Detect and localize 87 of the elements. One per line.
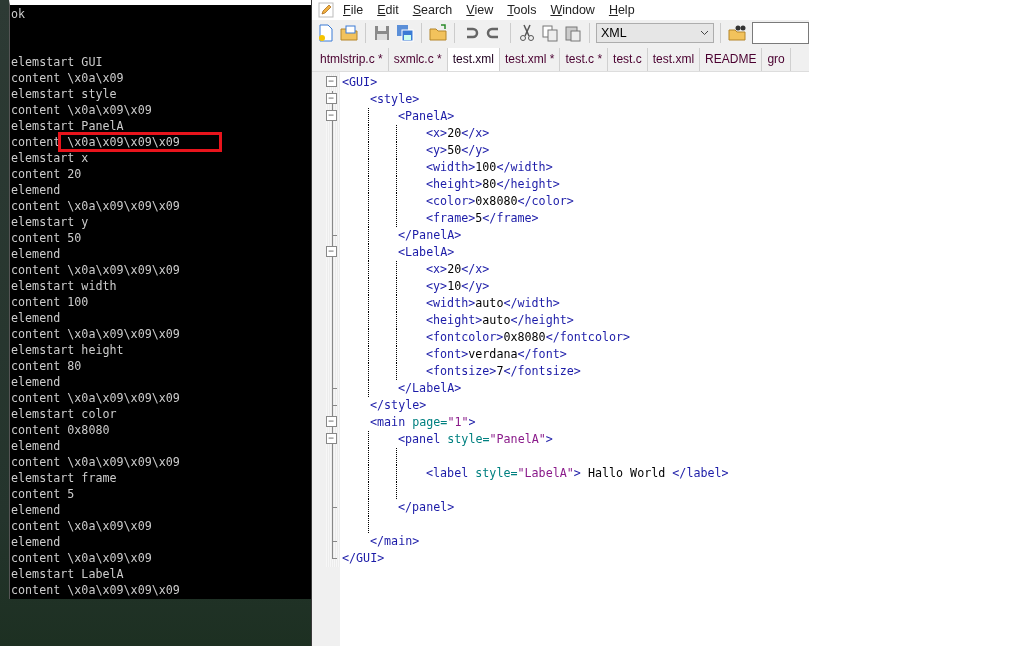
code-line: <LabelA> (397, 244, 455, 261)
code-line: </PanelA> (397, 227, 462, 244)
console-line: elemend (10, 374, 62, 390)
folder-icon[interactable] (428, 23, 448, 43)
console-line: elemstart GUI (10, 54, 104, 70)
code-line: <width>100</width> (425, 159, 553, 176)
menu-item[interactable]: Search (407, 3, 458, 17)
console-line: elemstart style (10, 86, 118, 102)
cut-icon[interactable] (517, 23, 537, 43)
console-line: elemend (10, 182, 62, 198)
code-line: <panel style="PanelA"> (397, 431, 553, 448)
menu-item[interactable]: Tools (502, 3, 542, 17)
console-line: elemend (10, 310, 62, 326)
console-line: content \x0a\x09\x09\x09 (10, 390, 181, 406)
console-line: content \x0a\x09\x09\x09 (10, 198, 181, 214)
save-icon[interactable] (372, 23, 392, 43)
code-line: <y>50</y> (425, 142, 490, 159)
console-line: elemstart PanelA (10, 118, 125, 134)
search-field[interactable] (752, 22, 809, 44)
code-line: <width>auto</width> (425, 295, 560, 312)
fold-minus-icon[interactable] (326, 416, 337, 427)
code-line: <frame>5</frame> (425, 210, 539, 227)
code-line: </GUI> (341, 550, 385, 567)
fold-minus-icon[interactable] (326, 246, 337, 257)
code-line: </style> (369, 397, 427, 414)
code-line: <main page="1"> (369, 414, 476, 431)
fold-minus-icon[interactable] (326, 76, 337, 87)
code-line: <height>80</height> (425, 176, 560, 193)
menu-item[interactable]: Window (545, 3, 600, 17)
console-line: content 100 (10, 294, 90, 310)
menu-item[interactable]: File (338, 3, 369, 17)
console-line: elemstart y (10, 214, 90, 230)
console-line: content \x0a\x09\x09\x09 (10, 582, 181, 598)
menu-item[interactable]: Edit (372, 3, 404, 17)
console-line: content 20 (10, 166, 83, 182)
language-dropdown[interactable]: XML (596, 23, 714, 43)
console-line: elemstart x (10, 150, 90, 166)
console-line: content \x0a\x09 (10, 70, 125, 86)
menu-item[interactable]: View (461, 3, 499, 17)
console-line: content \x0a\x09\x09\x09 (10, 262, 181, 278)
code-line: <fontsize>7</fontsize> (425, 363, 581, 380)
file-tab[interactable]: test.xml (447, 48, 501, 71)
code-line: <color>0x8080</color> (425, 193, 574, 210)
code-line: <x>20</x> (425, 125, 490, 142)
code-line: <PanelA> (397, 108, 455, 125)
console-line: content \x0a\x09\x09\x09 (10, 134, 311, 150)
console-line: content 80 (10, 358, 83, 374)
find-in-folder-icon[interactable] (727, 23, 747, 43)
code-line: <x>20</x> (425, 261, 490, 278)
code-line: </LabelA> (397, 380, 462, 397)
save-all-icon[interactable] (395, 23, 415, 43)
console-line: content \x0a\x09\x09 (10, 518, 153, 534)
console-line: elemend (10, 246, 62, 262)
code-line: <height>auto</height> (425, 312, 574, 329)
fold-minus-icon[interactable] (326, 433, 337, 444)
console-line: elemstart height (10, 342, 125, 358)
code-line: </panel> (397, 499, 455, 516)
code-line: <y>10</y> (425, 278, 490, 295)
fold-minus-icon[interactable] (326, 110, 337, 121)
console-line: content \x0a\x09\x09 (10, 102, 153, 118)
fold-minus-icon[interactable] (326, 93, 337, 104)
console-line: elemend (10, 534, 62, 550)
console-line: content \x0a\x09\x09\x09 (10, 326, 181, 342)
console-line: content \x0a\x09\x09 (10, 550, 153, 566)
console-line: elemstart frame (10, 470, 118, 486)
new-file-icon[interactable] (316, 23, 336, 43)
console-line: content \x0a\x09\x09\x09 (10, 454, 181, 470)
console-line: content 5 (10, 486, 76, 502)
console-line: elemstart color (10, 406, 118, 422)
code-line: <GUI> (341, 74, 378, 91)
open-folder-icon[interactable] (339, 23, 359, 43)
menu-item[interactable]: Help (603, 3, 640, 17)
console-line: content 0x8080 (10, 422, 111, 438)
code-line: <label style="LabelA"> Hallo World </label> (425, 465, 729, 482)
copy-icon[interactable] (540, 23, 560, 43)
code-line: <font>verdana</font> (425, 346, 567, 363)
chevron-down-icon (700, 30, 709, 36)
console-line: ok (10, 6, 27, 22)
code-line: <fontcolor>0x8080</fontcolor> (425, 329, 631, 346)
paste-icon[interactable] (563, 23, 583, 43)
code-line: <style> (369, 91, 420, 108)
console-line: elemend (10, 502, 62, 518)
code-line: </main> (369, 533, 420, 550)
console-line: elemend (10, 438, 62, 454)
console-line: elemstart LabelA (10, 566, 125, 582)
console-line: content 50 (10, 230, 83, 246)
console-line: elemstart width (10, 278, 118, 294)
